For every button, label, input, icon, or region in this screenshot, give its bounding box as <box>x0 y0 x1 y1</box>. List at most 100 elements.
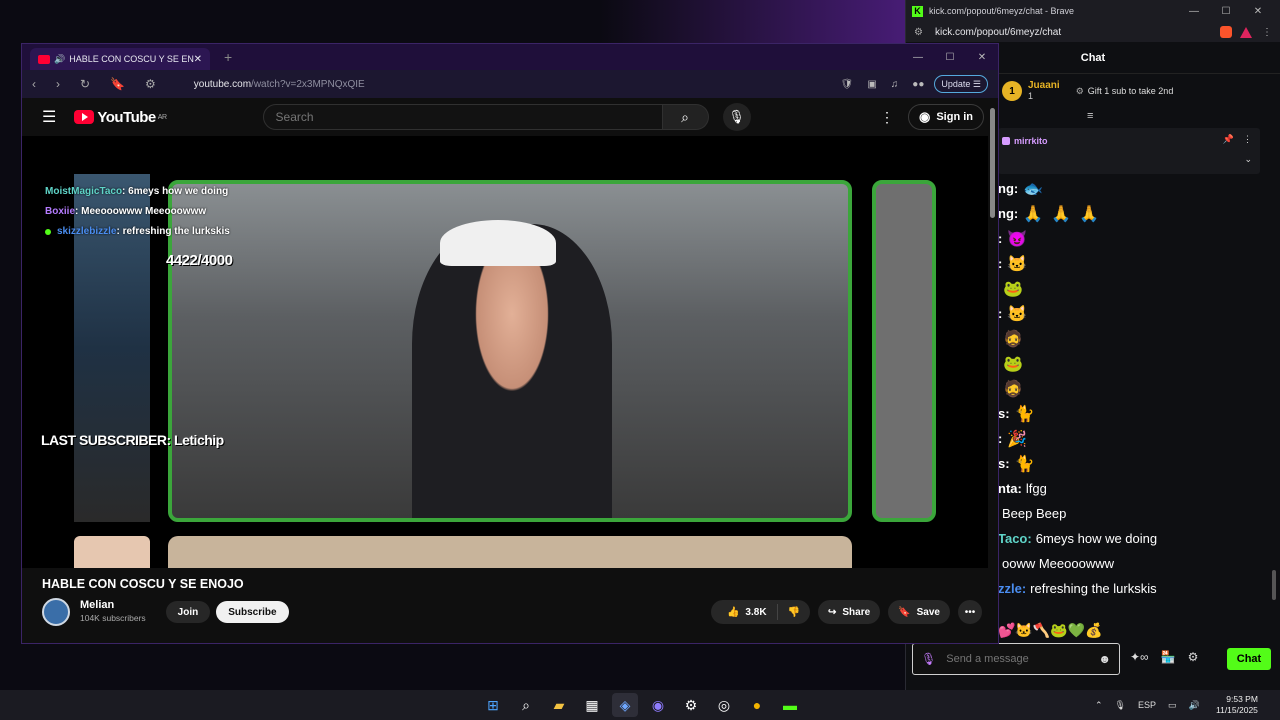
emote-icon[interactable]: 🎉 <box>1006 428 1028 450</box>
video-player[interactable]: MoistMagicTaco: 6meys how we doing Boxiie… <box>22 136 988 568</box>
chat-username[interactable]: nta: <box>998 481 1022 496</box>
emote-icon[interactable]: 🙏 <box>1022 203 1044 225</box>
top-gifter[interactable]: Juaani 1 <box>1028 80 1060 102</box>
brave-browser-icon[interactable]: ◈ <box>612 693 638 717</box>
emote-icon[interactable]: 🧔 <box>1002 328 1024 350</box>
more-actions-button[interactable]: ••• <box>958 600 982 624</box>
chrome-icon[interactable]: ● <box>744 693 770 717</box>
maximize-icon[interactable]: ☐ <box>934 52 966 63</box>
kick-address-bar[interactable]: ⚙ kick.com/popout/6meyz/chat ⋮ <box>906 22 1280 42</box>
start-icon[interactable]: ⊞ <box>480 693 506 717</box>
obs-icon[interactable]: ◎ <box>711 693 737 717</box>
brave-shields-icon[interactable] <box>1220 26 1232 38</box>
chat-username[interactable]: Taco: <box>998 531 1032 546</box>
kicks-icon[interactable]: ✦∞ <box>1130 650 1149 664</box>
emote-icon[interactable]: 🐟 <box>1022 178 1044 200</box>
minimize-icon[interactable]: — <box>902 52 934 63</box>
channel-name[interactable]: Melian <box>80 599 146 612</box>
gift-sub-button[interactable]: ⚙ Gift 1 sub to take 2nd <box>1076 86 1174 97</box>
media-icon[interactable]: ♫ <box>891 79 899 90</box>
settings-more-icon[interactable]: ⋮ <box>880 109 894 126</box>
chat-input[interactable] <box>946 653 1099 665</box>
dislike-button[interactable]: 👎 <box>778 607 810 618</box>
sidebar-icon[interactable]: ▣ <box>867 79 876 90</box>
minimize-icon[interactable]: — <box>1178 6 1210 17</box>
file-explorer-icon[interactable]: ▰ <box>546 693 572 717</box>
chevron-down-icon[interactable]: ⌄ <box>1244 154 1252 165</box>
more-options-icon[interactable]: ⋮ <box>1243 134 1252 145</box>
chat-username[interactable]: s: <box>998 456 1010 471</box>
send-chat-button[interactable]: Chat <box>1227 648 1271 670</box>
volume-icon[interactable]: 🔊 <box>1189 700 1200 711</box>
new-tab-icon[interactable]: + <box>224 49 232 65</box>
site-settings-icon[interactable]: ⚙ <box>914 27 923 38</box>
sign-in-button[interactable]: ◉ Sign in <box>907 104 984 130</box>
pin-icon[interactable]: 📌 <box>1223 134 1234 145</box>
voice-search-button[interactable]: 🎙 <box>722 103 751 131</box>
emote-icon[interactable]: 🙏 <box>1078 203 1100 225</box>
close-tab-icon[interactable]: ✕ <box>194 54 202 65</box>
chat-username[interactable]: ng: <box>998 181 1018 196</box>
join-button[interactable]: Join <box>165 601 211 623</box>
hamburger-menu-icon[interactable]: ☰ <box>42 107 56 127</box>
emote-icon[interactable]: 😈 <box>1006 228 1028 250</box>
vpn-icon[interactable]: ●● <box>912 79 924 90</box>
microphone-icon[interactable]: 🎙 <box>921 652 936 666</box>
chat-username[interactable]: zzle: <box>998 581 1026 596</box>
chat-username[interactable]: ng: <box>998 206 1018 221</box>
kick-url[interactable]: kick.com/popout/6meyz/chat <box>935 27 1061 38</box>
emoji-icon[interactable]: ☻ <box>1098 652 1111 666</box>
emote-icon[interactable]: 🐱 <box>1006 253 1028 275</box>
emote-icon[interactable]: 🐈 <box>1014 453 1036 475</box>
url-field[interactable]: youtube.com/watch?v=2x3MPNQxQIE <box>194 79 827 90</box>
subscribe-button[interactable]: Subscribe <box>216 601 289 623</box>
tab-youtube-video[interactable]: 🔊 HABLE CON COSCU Y SE ENOJO ✕ <box>30 48 210 70</box>
save-button[interactable]: 🔖 Save <box>888 600 950 624</box>
channel-avatar[interactable] <box>42 598 70 626</box>
emote-icon[interactable]: 🙏 <box>1050 203 1072 225</box>
chat-settings-icon[interactable]: ⚙ <box>1188 650 1199 664</box>
emote-icon[interactable]: 🐈 <box>1014 403 1036 425</box>
audio-playing-icon[interactable]: 🔊 <box>54 54 65 65</box>
emote-icon[interactable]: 🧔 <box>1002 378 1024 400</box>
search-icon[interactable]: ⌕ <box>513 693 539 717</box>
chat-input-container[interactable]: 🎙 ☻ <box>912 643 1120 675</box>
discord-icon[interactable]: ◉ <box>645 693 671 717</box>
search-input[interactable] <box>275 110 662 124</box>
site-info-icon[interactable]: ⚙ <box>145 77 156 91</box>
brave-shields-icon[interactable]: 🛡 <box>841 79 854 90</box>
expand-leaderboard-icon[interactable]: ≡ <box>1087 110 1093 122</box>
network-icon[interactable]: ▭ <box>1168 700 1177 711</box>
reload-icon[interactable]: ↻ <box>80 77 90 91</box>
pinned-message[interactable]: mirrkito 📌 ⋮ ⌄ <box>998 128 1260 174</box>
brave-rewards-icon[interactable] <box>1240 26 1252 38</box>
search-button[interactable]: ⌕ <box>662 104 709 130</box>
chat-scrollbar[interactable] <box>1272 570 1276 600</box>
close-icon[interactable]: ✕ <box>1242 6 1274 17</box>
emote-icon[interactable]: 🐱 <box>1006 303 1028 325</box>
update-button[interactable]: Update ☰ <box>934 75 988 93</box>
search-box[interactable] <box>262 104 663 130</box>
emote-icon[interactable]: 🐸 <box>1002 278 1024 300</box>
chat-username[interactable]: s: <box>998 406 1010 421</box>
terminal-icon[interactable]: ▬ <box>777 693 803 717</box>
maximize-icon[interactable]: ☐ <box>1210 6 1242 17</box>
store-icon[interactable]: ▦ <box>579 693 605 717</box>
youtube-logo[interactable]: YouTube AR <box>74 109 167 126</box>
close-icon[interactable]: ✕ <box>966 52 998 63</box>
taskbar-clock[interactable]: 9:53 PM 11/15/2025 <box>1216 694 1258 716</box>
like-button[interactable]: 👍 3.8K <box>711 604 778 620</box>
forward-icon[interactable]: › <box>56 77 60 91</box>
microphone-icon[interactable]: 🎙 <box>1115 700 1126 711</box>
back-icon[interactable]: ‹ <box>32 77 36 91</box>
page-scrollbar[interactable] <box>990 108 995 218</box>
browser-menu-icon[interactable]: ⋮ <box>1262 27 1272 38</box>
steam-icon[interactable]: ⚙ <box>678 693 704 717</box>
emote-icon[interactable]: 🐸 <box>1002 353 1024 375</box>
chevron-up-icon[interactable]: ⌃ <box>1095 700 1103 711</box>
overlay-username: Boxiie <box>45 206 76 217</box>
language-indicator[interactable]: ESP <box>1138 700 1156 710</box>
share-button[interactable]: ↪ Share <box>818 600 881 624</box>
bookmark-icon[interactable]: 🔖 <box>110 77 125 91</box>
store-icon[interactable]: 🏪 <box>1161 650 1176 664</box>
